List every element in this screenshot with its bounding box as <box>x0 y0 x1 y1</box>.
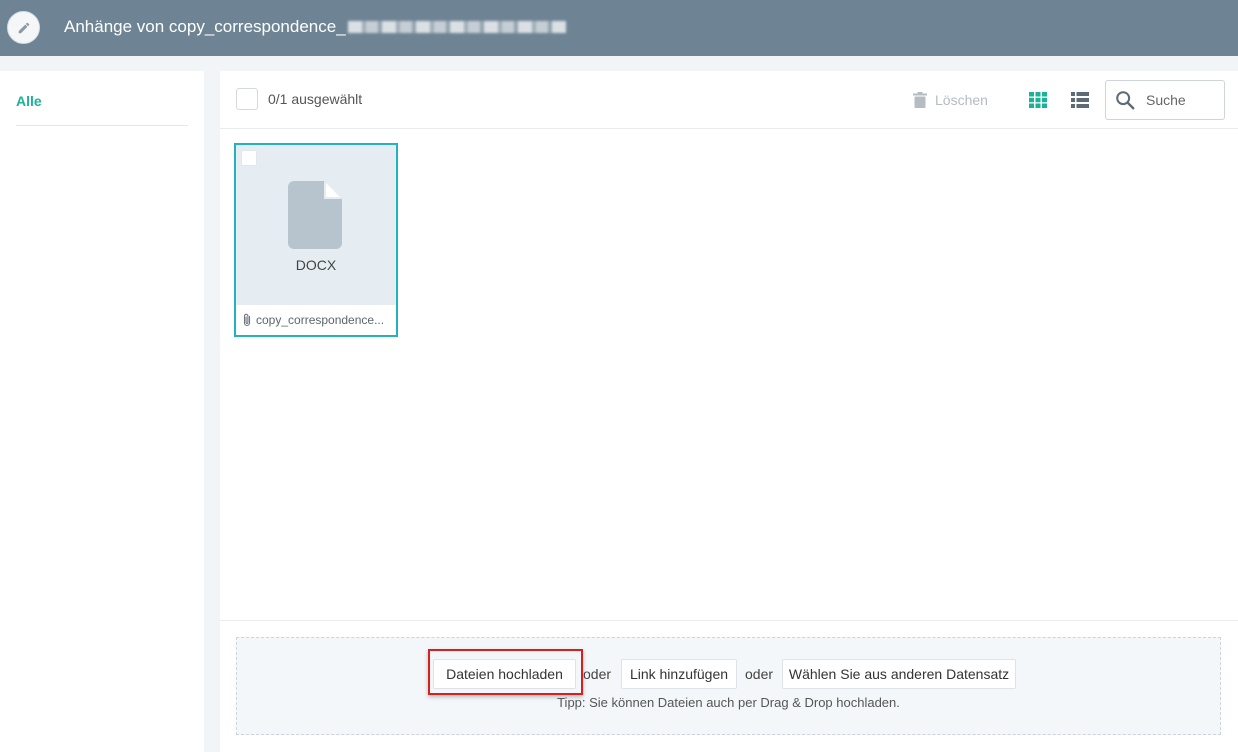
trash-icon <box>913 92 927 108</box>
list-icon <box>1071 92 1089 113</box>
select-all-checkbox[interactable] <box>236 88 258 110</box>
upload-tip: Tipp: Sie können Dateien auch per Drag &… <box>557 695 900 710</box>
highlight-box <box>428 649 583 695</box>
file-type-label: DOCX <box>295 257 337 273</box>
search-input[interactable] <box>1144 91 1218 109</box>
or-text: oder <box>745 666 774 682</box>
document-icon <box>288 181 344 249</box>
list-view-button[interactable] <box>1071 92 1089 108</box>
search-icon <box>1114 88 1138 112</box>
upload-dropzone[interactable]: Dateien hochladen oder Link hinzufügen o… <box>236 637 1221 735</box>
add-link-button[interactable]: Link hinzufügen <box>621 659 737 689</box>
attachments-panel: 0/1 ausgewählt Löschen Suche DOCX copy_c… <box>220 71 1238 752</box>
page-title: Anhänge von copy_correspondence_ <box>64 17 566 37</box>
sidebar: Alle <box>0 71 204 752</box>
edit-button[interactable] <box>7 11 40 44</box>
file-name[interactable]: copy_correspondence... <box>256 313 388 327</box>
toolbar: 0/1 ausgewählt Löschen <box>220 71 1238 129</box>
pencil-icon <box>17 21 31 35</box>
grid-view-button[interactable] <box>1029 92 1047 108</box>
choose-other-record-button[interactable]: Wählen Sie aus anderen Datensatz <box>782 659 1016 689</box>
search-field[interactable] <box>1105 80 1225 120</box>
sidebar-item-alle[interactable]: Alle <box>16 93 188 126</box>
redacted-text <box>347 21 566 33</box>
paperclip-icon <box>242 313 252 327</box>
divider <box>220 620 1238 621</box>
file-select-checkbox[interactable] <box>241 150 257 166</box>
file-thumbnail[interactable]: DOCX <box>236 145 396 305</box>
file-card[interactable]: DOCX copy_correspondence... <box>234 143 398 337</box>
delete-button[interactable]: Löschen <box>913 89 988 111</box>
grid-icon <box>1029 92 1047 113</box>
selection-count: 0/1 ausgewählt <box>268 91 363 107</box>
or-text: oder <box>583 666 612 682</box>
app-header: Anhänge von copy_correspondence_ <box>0 0 1238 56</box>
file-name-row: copy_correspondence... <box>242 311 392 329</box>
